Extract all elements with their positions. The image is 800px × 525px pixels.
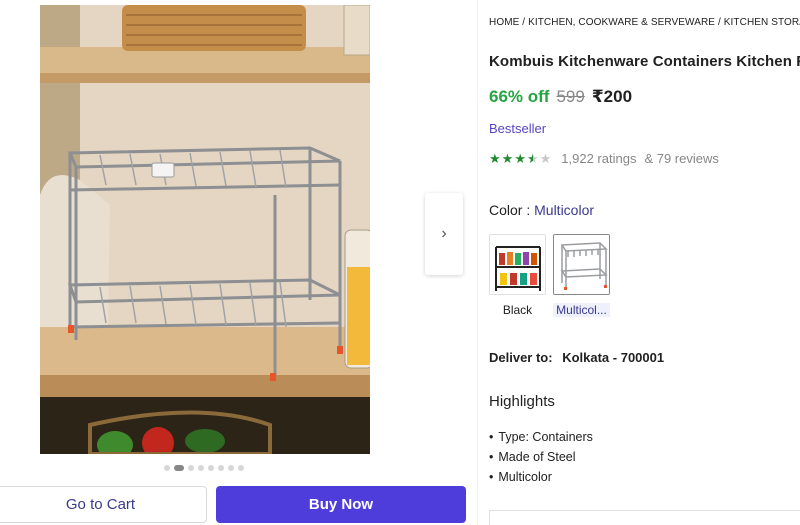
star-filled-icon: ★ <box>514 150 526 166</box>
star-rating: ★ ★ ★ ★ ★ <box>489 150 552 166</box>
star-filled-icon: ★ <box>489 150 501 166</box>
breadcrumb-separator: / <box>522 17 526 28</box>
original-price: 599 <box>556 87 585 106</box>
highlight-item: Multicolor <box>489 467 593 487</box>
star-filled-icon: ★ <box>501 150 514 166</box>
pagination-dot[interactable] <box>238 465 244 471</box>
color-swatch-black[interactable]: Black <box>489 234 546 317</box>
ratings-count[interactable]: 1,922 ratings <box>561 151 636 166</box>
breadcrumb-item-kitchen[interactable]: KITCHEN, COOKWARE & SERVEWARE <box>528 17 715 28</box>
pagination-dot[interactable] <box>208 465 214 471</box>
image-pagination-dots <box>164 465 244 471</box>
delivery-location[interactable]: Kolkata - 700001 <box>562 350 664 365</box>
breadcrumb-separator: / <box>717 17 721 28</box>
purchase-actions: Go to Cart Buy Now <box>0 485 478 525</box>
highlight-item: Type: Containers <box>489 427 593 447</box>
selling-price: ₹200 <box>591 87 633 106</box>
breadcrumb: HOME / KITCHEN, COOKWARE & SERVEWARE / K… <box>489 17 800 28</box>
next-image-button[interactable]: › <box>425 193 463 275</box>
discount-percent: 66% off <box>489 87 550 106</box>
pagination-dot[interactable] <box>198 465 204 471</box>
color-swatches: Black Multicol... <box>489 234 610 317</box>
color-swatch-multicolor[interactable]: Multicol... <box>553 234 610 317</box>
pagination-dot-active[interactable] <box>174 465 184 471</box>
star-empty-icon: ★ <box>539 150 552 166</box>
chevron-right-icon: › <box>441 225 447 242</box>
star-half-icon: ★ <box>526 150 539 166</box>
color-label: Color : Multicolor <box>489 202 594 218</box>
buy-now-button[interactable]: Buy Now <box>216 486 466 523</box>
product-main-image[interactable] <box>40 5 370 454</box>
product-details: HOME / KITCHEN, COOKWARE & SERVEWARE / K… <box>489 0 800 525</box>
price-row: 66% off 599 ₹200 <box>489 87 632 107</box>
go-to-cart-button[interactable]: Go to Cart <box>0 486 207 523</box>
swatch-thumbnail <box>489 234 546 295</box>
product-title: Kombuis Kitchenware Containers Kitchen R… <box>489 53 800 70</box>
pagination-dot[interactable] <box>228 465 234 471</box>
breadcrumb-item-home[interactable]: HOME <box>489 17 519 28</box>
reviews-count[interactable]: & 79 reviews <box>644 151 718 166</box>
pagination-dot[interactable] <box>164 465 170 471</box>
product-photo <box>40 5 370 454</box>
highlights-list: Type: Containers Made of Steel Multicolo… <box>489 427 593 487</box>
bestseller-badge: Bestseller <box>489 121 547 136</box>
product-gallery: › Go to Cart Buy Now <box>0 0 478 525</box>
highlights-title: Highlights <box>489 393 555 410</box>
breadcrumb-item-storage[interactable]: KITCHEN STORAGE & CONTAINERS <box>724 17 800 28</box>
swatch-label: Black <box>502 303 533 317</box>
rating-row[interactable]: ★ ★ ★ ★ ★ 1,922 ratings & 79 reviews <box>489 151 719 166</box>
pagination-dot[interactable] <box>218 465 224 471</box>
swatch-label: Multicol... <box>553 303 610 317</box>
highlight-item: Made of Steel <box>489 447 593 467</box>
color-label-text: Color : <box>489 202 531 218</box>
delivery-info[interactable]: Deliver to: Kolkata - 700001 <box>489 350 664 365</box>
next-section-frame <box>489 510 800 525</box>
selected-color-value: Multicolor <box>534 202 595 218</box>
deliver-to-label: Deliver to: <box>489 350 553 365</box>
pagination-dot[interactable] <box>188 465 194 471</box>
swatch-thumbnail <box>553 234 610 295</box>
